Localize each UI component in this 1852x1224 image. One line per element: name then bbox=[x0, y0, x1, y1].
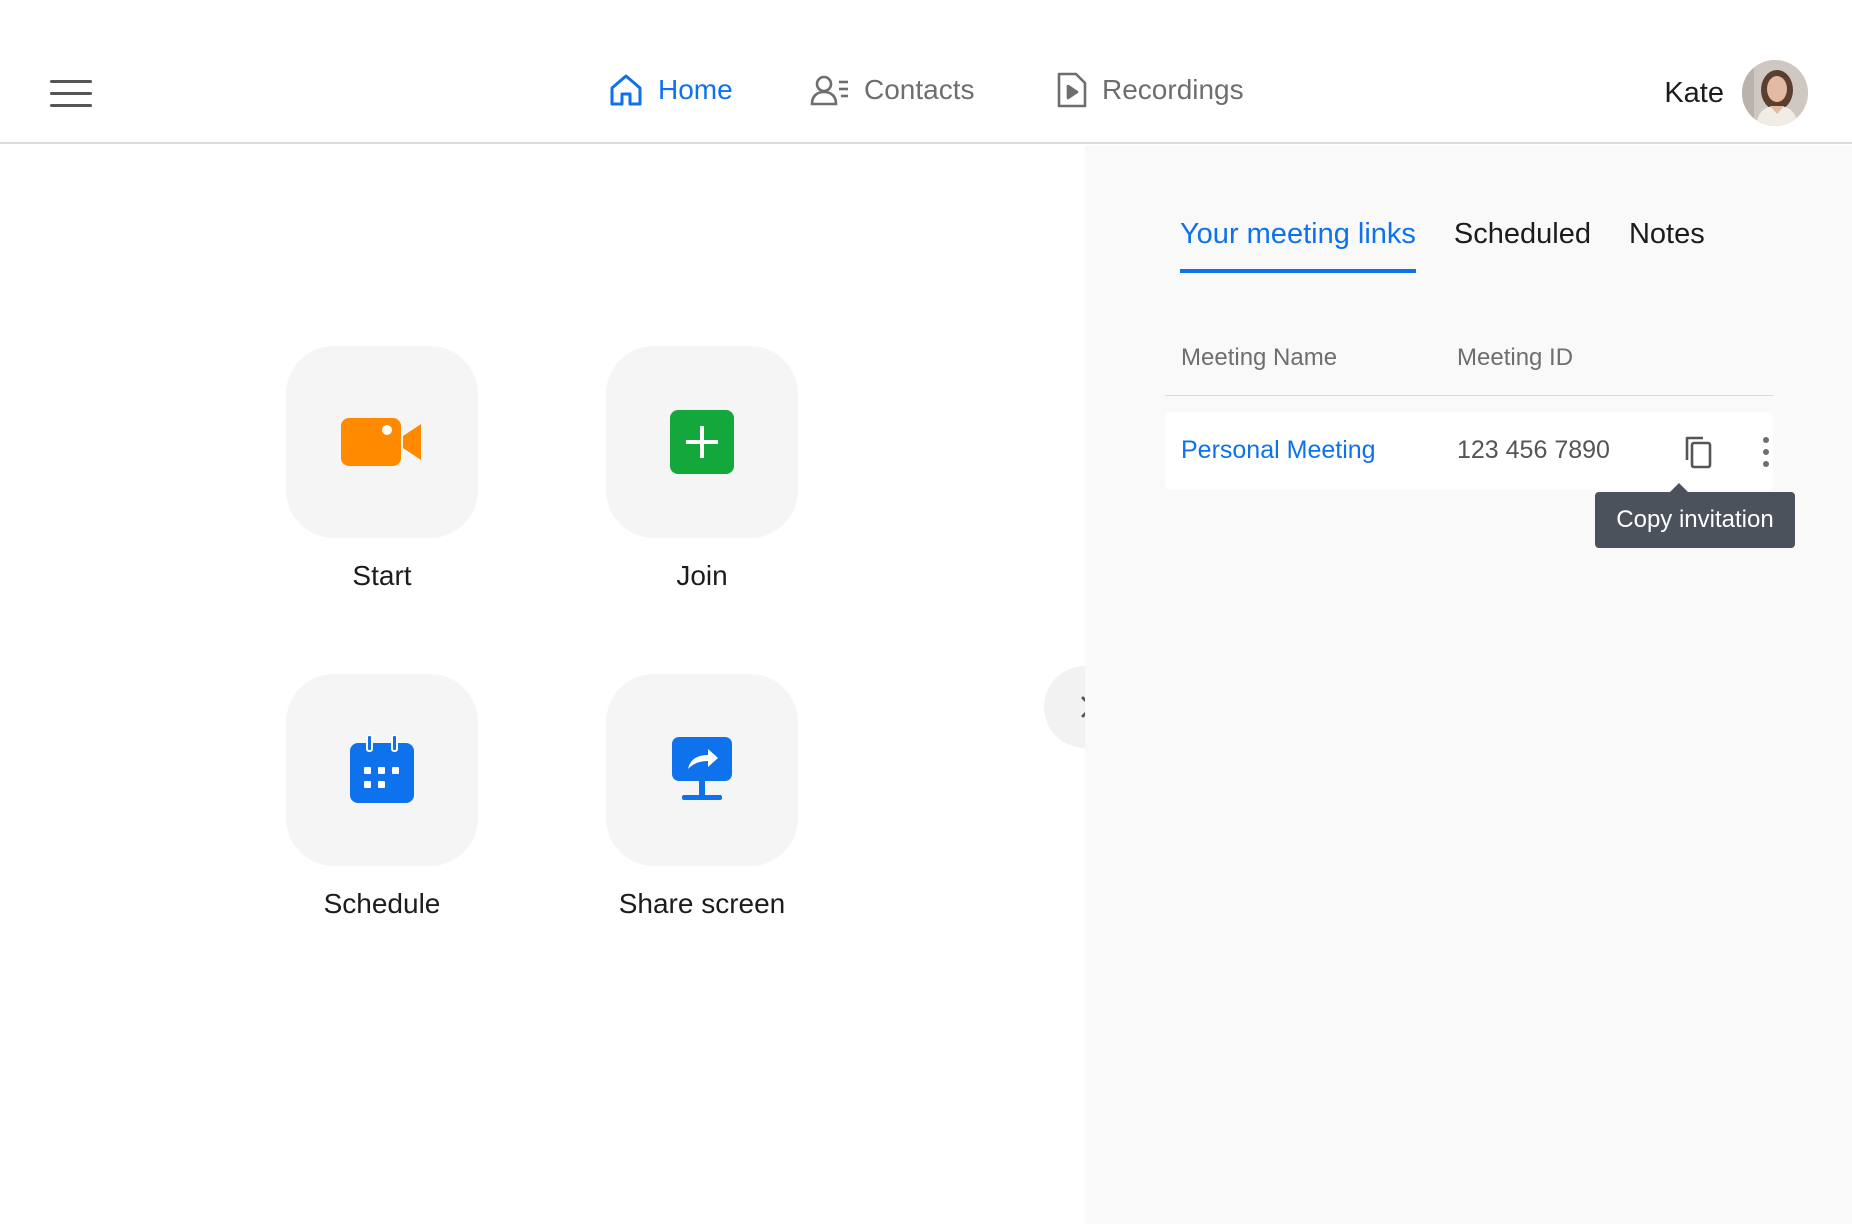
home-actions: Start Join Schedule Share screen bbox=[0, 146, 1085, 1224]
meeting-name-link[interactable]: Personal Meeting bbox=[1181, 436, 1376, 465]
recordings-icon bbox=[1057, 72, 1087, 108]
nav-home[interactable]: Home bbox=[608, 68, 733, 112]
join-button[interactable] bbox=[606, 346, 798, 538]
share-screen-icon bbox=[672, 737, 732, 800]
video-camera-icon bbox=[341, 418, 421, 466]
nav-contacts-label: Contacts bbox=[864, 74, 975, 105]
nav-contacts[interactable]: Contacts bbox=[810, 68, 975, 112]
avatar[interactable] bbox=[1742, 60, 1808, 126]
user-menu[interactable]: Kate bbox=[1664, 60, 1808, 126]
table-header: Meeting Name Meeting ID bbox=[1165, 344, 1773, 396]
meeting-id: 123 456 7890 bbox=[1457, 436, 1610, 464]
calendar-icon bbox=[350, 735, 414, 803]
meetings-panel: Your meeting links Scheduled Notes Meeti… bbox=[1085, 146, 1852, 1224]
main-nav: Home Contacts Recordings bbox=[0, 68, 1852, 112]
column-meeting-name: Meeting Name bbox=[1181, 344, 1338, 371]
tab-scheduled[interactable]: Scheduled bbox=[1454, 218, 1591, 273]
share-screen-label: Share screen bbox=[618, 888, 786, 919]
column-meeting-id: Meeting ID bbox=[1457, 344, 1574, 371]
panel-tabs: Your meeting links Scheduled Notes bbox=[1180, 218, 1705, 273]
more-options-icon[interactable] bbox=[1751, 432, 1781, 472]
nav-home-label: Home bbox=[658, 74, 733, 105]
copy-icon[interactable] bbox=[1679, 432, 1719, 472]
start-button[interactable] bbox=[286, 346, 478, 538]
home-icon bbox=[610, 74, 642, 106]
copy-invitation-tooltip: Copy invitation bbox=[1595, 483, 1795, 548]
top-bar: Home Contacts Recordings Kate bbox=[0, 0, 1852, 144]
user-name: Kate bbox=[1664, 76, 1724, 109]
plus-icon bbox=[670, 410, 734, 474]
nav-recordings[interactable]: Recordings bbox=[1056, 68, 1244, 112]
schedule-label: Schedule bbox=[323, 888, 441, 919]
tab-your-meeting-links[interactable]: Your meeting links bbox=[1180, 218, 1416, 273]
schedule-button[interactable] bbox=[286, 674, 478, 866]
share-screen-button[interactable] bbox=[606, 674, 798, 866]
start-label: Start bbox=[352, 560, 412, 591]
contacts-icon bbox=[810, 75, 848, 106]
nav-recordings-label: Recordings bbox=[1102, 74, 1244, 105]
table-row[interactable]: Personal Meeting 123 456 7890 bbox=[1165, 412, 1773, 490]
tab-notes[interactable]: Notes bbox=[1629, 218, 1705, 273]
join-label: Join bbox=[676, 560, 728, 591]
